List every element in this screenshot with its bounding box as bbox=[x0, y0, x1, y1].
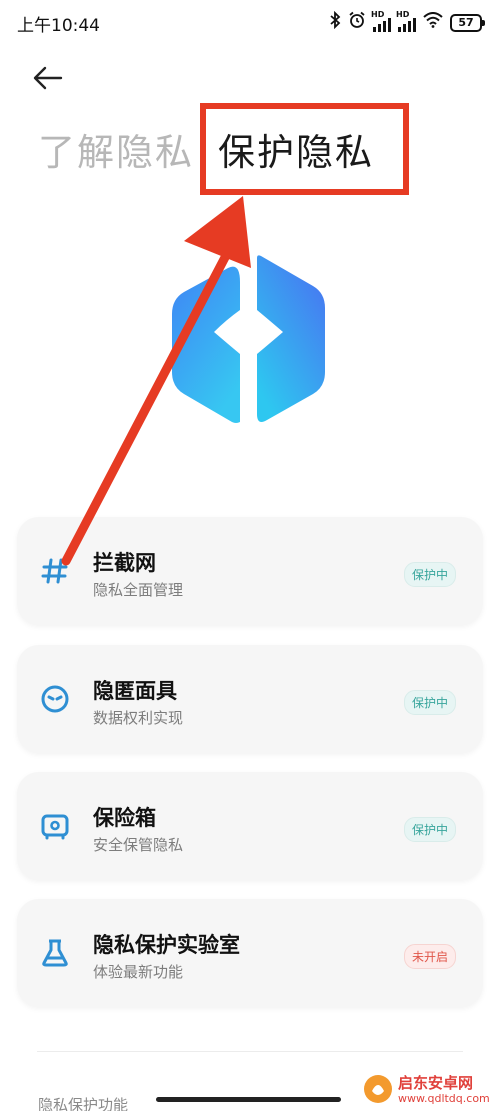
status-badge: 保护中 bbox=[403, 562, 456, 587]
back-button[interactable] bbox=[32, 64, 72, 100]
status-bar: 上午10:44 HD HD 57 bbox=[0, 0, 500, 44]
feature-card-firewall[interactable]: 拦截网 隐私全面管理 保护中 bbox=[17, 517, 483, 625]
hash-icon bbox=[41, 558, 68, 584]
privacy-shield-logo bbox=[172, 255, 325, 423]
card-subtitle: 数据权利实现 bbox=[93, 709, 184, 727]
wifi-icon bbox=[423, 12, 443, 33]
card-title: 保险箱 bbox=[93, 806, 156, 830]
watermark: 启东安卓网 www.qdltdq.com bbox=[362, 1070, 492, 1108]
card-subtitle: 隐私全面管理 bbox=[93, 581, 184, 599]
watermark-url: www.qdltdq.com bbox=[398, 1092, 490, 1105]
section-divider bbox=[37, 1051, 463, 1052]
hd-label-2: HD bbox=[396, 9, 410, 19]
bluetooth-icon bbox=[329, 10, 341, 34]
mask-icon bbox=[41, 685, 69, 713]
card-title: 隐私保护实验室 bbox=[93, 933, 240, 957]
home-indicator[interactable] bbox=[156, 1097, 341, 1102]
feature-card-safe[interactable]: 保险箱 安全保管隐私 保护中 bbox=[17, 772, 483, 880]
status-icons: HD HD 57 bbox=[329, 10, 485, 34]
feature-card-mask[interactable]: 隐匿面具 数据权利实现 保护中 bbox=[17, 645, 483, 753]
alarm-icon bbox=[348, 11, 366, 34]
watermark-logo-icon bbox=[364, 1075, 392, 1103]
arrow-left-icon bbox=[33, 66, 63, 90]
hd-label: HD bbox=[371, 9, 385, 19]
signal-icon-2: HD bbox=[396, 10, 416, 32]
card-subtitle: 体验最新功能 bbox=[93, 963, 184, 981]
feature-card-lab[interactable]: 隐私保护实验室 体验最新功能 未开启 bbox=[17, 899, 483, 1007]
battery-icon: 57 bbox=[450, 13, 485, 32]
flask-icon bbox=[42, 939, 68, 967]
watermark-name: 启东安卓网 bbox=[398, 1074, 474, 1092]
card-title: 隐匿面具 bbox=[93, 679, 177, 703]
status-badge: 保护中 bbox=[403, 690, 456, 715]
safe-icon bbox=[41, 814, 69, 840]
card-title: 拦截网 bbox=[93, 551, 156, 575]
card-subtitle: 安全保管隐私 bbox=[93, 836, 184, 854]
status-badge: 保护中 bbox=[403, 817, 456, 842]
annotation-highlight-box bbox=[200, 103, 409, 195]
status-badge: 未开启 bbox=[403, 944, 456, 969]
tab-learn-privacy[interactable]: 了解隐私 bbox=[38, 122, 194, 176]
status-time: 上午10:44 bbox=[17, 16, 100, 36]
signal-icon: HD bbox=[371, 10, 391, 32]
section-label: 隐私保护功能 bbox=[38, 1096, 129, 1111]
